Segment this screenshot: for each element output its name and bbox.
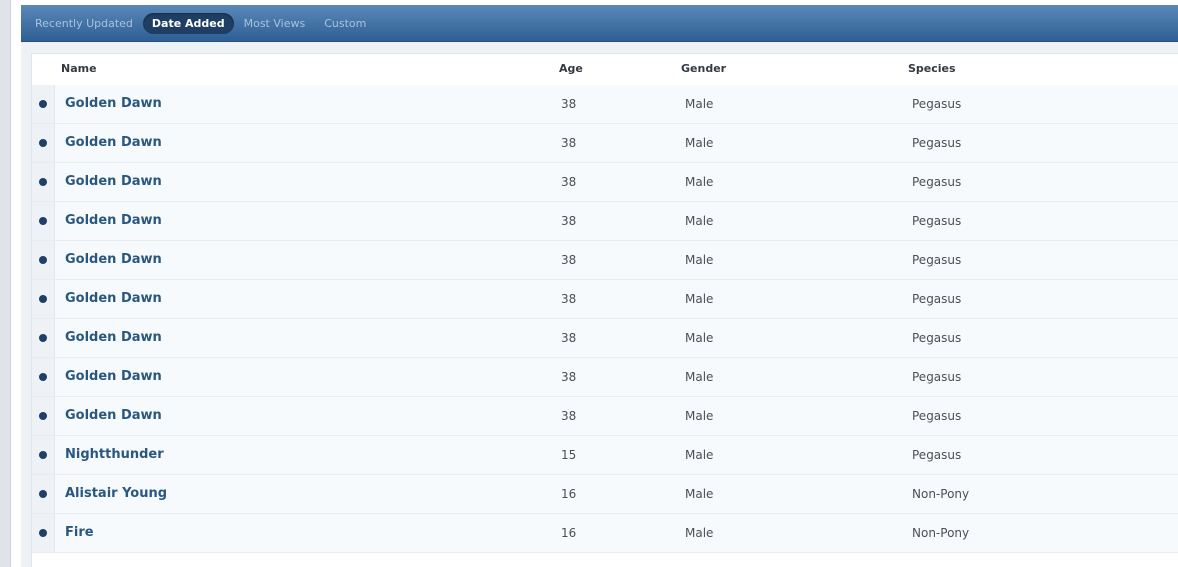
character-age: 38 [561,214,577,228]
character-age: 38 [561,97,577,111]
character-list-panel: Recently Updated Date Added Most Views C… [21,5,1178,567]
character-gender: Male [685,253,714,267]
sort-tab-bar: Recently Updated Date Added Most Views C… [21,5,1178,42]
character-table: Name Age Gender Species Golden Dawn 38 Mal… [31,53,1178,567]
column-header-age[interactable]: Age [559,62,583,75]
character-species: Pegasus [912,136,962,150]
character-name-link[interactable]: Fire [65,525,94,540]
character-age: 16 [561,487,577,501]
page: Recently Updated Date Added Most Views C… [0,0,1178,567]
character-name-link[interactable]: Golden Dawn [65,135,162,150]
character-name-link[interactable]: Golden Dawn [65,291,162,306]
character-age: 38 [561,292,577,306]
character-species: Pegasus [912,409,962,423]
row-marker [32,124,55,162]
character-species: Pegasus [912,331,962,345]
row-marker [32,436,55,474]
tab-recently-updated[interactable]: Recently Updated [26,13,142,34]
character-gender: Male [685,448,714,462]
bullet-icon [39,490,47,498]
character-gender: Male [685,370,714,384]
table-row[interactable]: Golden Dawn 38 Male Pegasus [32,241,1178,280]
character-species: Pegasus [912,253,962,267]
character-gender: Male [685,97,714,111]
column-header-species[interactable]: Species [908,62,956,75]
row-marker [32,241,55,279]
character-age: 38 [561,253,577,267]
table-row[interactable]: Golden Dawn 38 Male Pegasus [32,280,1178,319]
row-marker [32,280,55,318]
character-age: 38 [561,175,577,189]
character-gender: Male [685,526,714,540]
tab-date-added[interactable]: Date Added [142,12,234,34]
table-row[interactable]: Golden Dawn 38 Male Pegasus [32,397,1178,436]
character-age: 38 [561,409,577,423]
row-marker [32,85,55,123]
character-age: 16 [561,526,577,540]
character-gender: Male [685,487,714,501]
character-name-link[interactable]: Golden Dawn [65,369,162,384]
table-row[interactable]: Golden Dawn 38 Male Pegasus [32,85,1178,124]
table-row[interactable]: Golden Dawn 38 Male Pegasus [32,163,1178,202]
character-age: 38 [561,370,577,384]
bullet-icon [39,373,47,381]
bullet-icon [39,334,47,342]
character-species: Pegasus [912,97,962,111]
column-header-name[interactable]: Name [61,62,97,75]
table-row[interactable]: Fire 16 Male Non-Pony [32,514,1178,553]
left-rail [0,0,11,567]
character-gender: Male [685,136,714,150]
row-marker [32,475,55,513]
bullet-icon [39,529,47,537]
character-gender: Male [685,175,714,189]
column-header-gender[interactable]: Gender [681,62,726,75]
row-marker [32,397,55,435]
character-species: Pegasus [912,448,962,462]
character-age: 15 [561,448,577,462]
bullet-icon [39,412,47,420]
table-header: Name Age Gender Species [32,54,1178,86]
character-gender: Male [685,331,714,345]
character-name-link[interactable]: Golden Dawn [65,330,162,345]
bullet-icon [39,100,47,108]
bullet-icon [39,178,47,186]
character-age: 38 [561,331,577,345]
character-species: Pegasus [912,214,962,228]
character-species: Non-Pony [912,526,970,540]
character-name-link[interactable]: Golden Dawn [65,213,162,228]
character-species: Pegasus [912,175,962,189]
character-gender: Male [685,292,714,306]
table-row[interactable]: Golden Dawn 38 Male Pegasus [32,124,1178,163]
row-marker [32,514,55,552]
character-name-link[interactable]: Golden Dawn [65,96,162,111]
bullet-icon [39,217,47,225]
character-species: Non-Pony [912,487,970,501]
row-marker [32,319,55,357]
character-name-link[interactable]: Golden Dawn [65,174,162,189]
character-name-link[interactable]: Alistair Young [65,486,167,501]
table-row[interactable]: Golden Dawn 38 Male Pegasus [32,202,1178,241]
row-marker [32,358,55,396]
character-name-link[interactable]: Golden Dawn [65,252,162,267]
table-row[interactable]: Golden Dawn 38 Male Pegasus [32,319,1178,358]
character-gender: Male [685,214,714,228]
tab-custom[interactable]: Custom [315,13,375,34]
character-species: Pegasus [912,292,962,306]
table-row[interactable]: Nightthunder 15 Male Pegasus [32,436,1178,475]
bullet-icon [39,295,47,303]
character-gender: Male [685,409,714,423]
row-marker [32,202,55,240]
table-row[interactable]: Alistair Young 16 Male Non-Pony [32,475,1178,514]
table-body: Golden Dawn 38 Male Pegasus Golden Dawn 38 Mal… [32,85,1178,553]
character-species: Pegasus [912,370,962,384]
table-row[interactable]: Golden Dawn 38 Male Pegasus [32,358,1178,397]
bullet-icon [39,451,47,459]
character-name-link[interactable]: Golden Dawn [65,408,162,423]
bullet-icon [39,256,47,264]
character-age: 38 [561,136,577,150]
character-name-link[interactable]: Nightthunder [65,447,164,462]
bullet-icon [39,139,47,147]
row-marker [32,163,55,201]
tab-most-views[interactable]: Most Views [235,13,315,34]
